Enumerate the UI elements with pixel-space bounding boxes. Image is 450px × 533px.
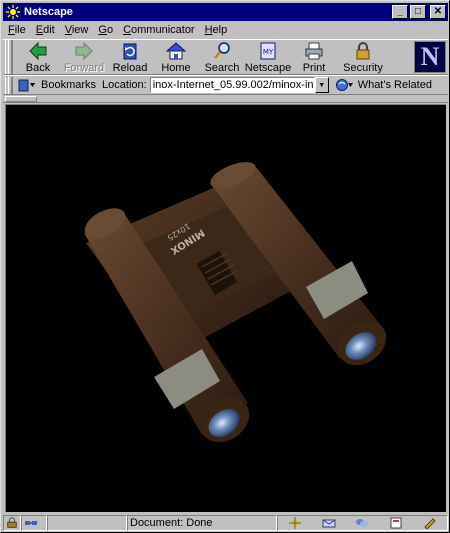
menu-label: iew bbox=[71, 24, 89, 36]
menu-help[interactable]: Help bbox=[200, 24, 233, 36]
menu-edit[interactable]: Edit bbox=[31, 24, 60, 36]
home-icon bbox=[165, 42, 187, 60]
netscape-app-icon[interactable] bbox=[5, 4, 21, 20]
reload-button[interactable]: Reload bbox=[107, 40, 153, 74]
back-button[interactable]: Back bbox=[15, 40, 61, 74]
back-label: Back bbox=[25, 62, 51, 74]
netscape-my-icon: MY bbox=[260, 42, 276, 60]
security-button[interactable]: Security bbox=[337, 40, 389, 74]
location-grip[interactable] bbox=[5, 76, 13, 94]
component-bar bbox=[277, 514, 448, 531]
menu-accel: E bbox=[35, 24, 44, 36]
lock-status-icon bbox=[7, 516, 17, 528]
netscape-throbber-logo[interactable]: N bbox=[414, 41, 446, 73]
menu-accel: V bbox=[64, 24, 72, 36]
menu-label: dit bbox=[43, 24, 55, 36]
menu-accel: G bbox=[98, 24, 107, 36]
title-bar[interactable]: Netscape _ □ ✕ bbox=[3, 3, 448, 21]
whats-related-icon bbox=[335, 79, 353, 91]
menu-file[interactable]: File bbox=[3, 24, 31, 36]
menu-accel: C bbox=[123, 24, 132, 36]
location-dropdown-button[interactable]: ▼ bbox=[314, 77, 329, 93]
whats-related-label: What's Related bbox=[357, 79, 432, 91]
status-text: Document: Done bbox=[130, 516, 213, 529]
progress-cell bbox=[47, 514, 127, 531]
location-input[interactable]: inox-Internet_05.99.002/minox-internet_0 bbox=[149, 77, 315, 93]
minimize-button[interactable]: _ bbox=[392, 5, 408, 19]
search-label: Search bbox=[204, 62, 240, 74]
address-book-icon[interactable] bbox=[389, 517, 403, 529]
composer-icon[interactable] bbox=[423, 517, 437, 529]
status-message-cell: Document: Done bbox=[127, 514, 277, 531]
maximize-button[interactable]: □ bbox=[410, 5, 426, 19]
search-icon bbox=[214, 42, 230, 59]
menu-label: elp bbox=[212, 24, 228, 36]
netscape-n-logo: N bbox=[420, 42, 440, 71]
home-button[interactable]: Home bbox=[153, 40, 199, 74]
print-button[interactable]: Print bbox=[291, 40, 337, 74]
location-toolbar: Bookmarks Location: inox-Internet_05.99.… bbox=[3, 75, 448, 95]
chevron-down-icon: ▼ bbox=[318, 81, 326, 89]
reload-label: Reload bbox=[112, 62, 148, 74]
padlock-icon bbox=[356, 42, 370, 60]
netscape-button[interactable]: MY Netscape bbox=[245, 40, 291, 74]
netscape-label: Netscape bbox=[244, 62, 292, 74]
back-arrow-icon bbox=[29, 41, 47, 61]
bookmarks-button[interactable]: Bookmarks bbox=[17, 78, 96, 92]
menu-communicator[interactable]: Communicator bbox=[118, 24, 200, 36]
navigator-icon[interactable] bbox=[288, 516, 302, 529]
location-label: Location: bbox=[102, 79, 147, 91]
menu-label: ile bbox=[14, 24, 26, 36]
whats-related-button[interactable]: What's Related bbox=[335, 78, 432, 92]
menu-view[interactable]: View bbox=[60, 24, 94, 36]
mail-icon[interactable] bbox=[322, 517, 336, 529]
close-button[interactable]: ✕ bbox=[430, 5, 446, 19]
forward-button[interactable]: Forward bbox=[61, 40, 107, 74]
print-label: Print bbox=[302, 62, 326, 74]
bookmarks-icon bbox=[18, 79, 35, 92]
window-title: Netscape bbox=[24, 6, 73, 18]
navigation-toolbar: Back Forward Reload Home Search MY Netsc… bbox=[3, 39, 448, 75]
personal-toolbar-collapsed bbox=[3, 95, 448, 103]
menu-bar: File Edit View Go Communicator Help bbox=[3, 21, 448, 39]
search-button[interactable]: Search bbox=[199, 40, 245, 74]
connection-status-cell[interactable] bbox=[21, 514, 47, 531]
status-bar: Document: Done bbox=[3, 514, 448, 531]
page-content: MINOX 10x25 bbox=[5, 104, 446, 512]
connection-plug-icon bbox=[25, 520, 37, 525]
security-label: Security bbox=[343, 62, 383, 74]
forward-label: Forward bbox=[63, 62, 105, 74]
reload-icon bbox=[123, 43, 137, 60]
forward-arrow-icon bbox=[75, 41, 93, 61]
security-status-cell[interactable] bbox=[3, 514, 21, 531]
menu-label: ommunicator bbox=[131, 24, 195, 36]
personal-toolbar-tab[interactable] bbox=[5, 96, 37, 102]
menu-accel: F bbox=[8, 24, 15, 36]
binoculars-image: MINOX 10x25 bbox=[84, 162, 387, 443]
home-label: Home bbox=[161, 62, 191, 74]
toolbar-grip[interactable] bbox=[5, 40, 13, 74]
menu-label: o bbox=[106, 24, 114, 36]
menu-go[interactable]: Go bbox=[93, 24, 118, 36]
bookmarks-label: Bookmarks bbox=[41, 79, 97, 91]
browser-window: Netscape _ □ ✕ File Edit View Go Communi… bbox=[0, 0, 450, 533]
printer-icon bbox=[305, 42, 323, 60]
discussion-icon[interactable] bbox=[355, 517, 369, 529]
svg-text:MY: MY bbox=[263, 48, 274, 56]
menu-accel: H bbox=[204, 24, 213, 36]
